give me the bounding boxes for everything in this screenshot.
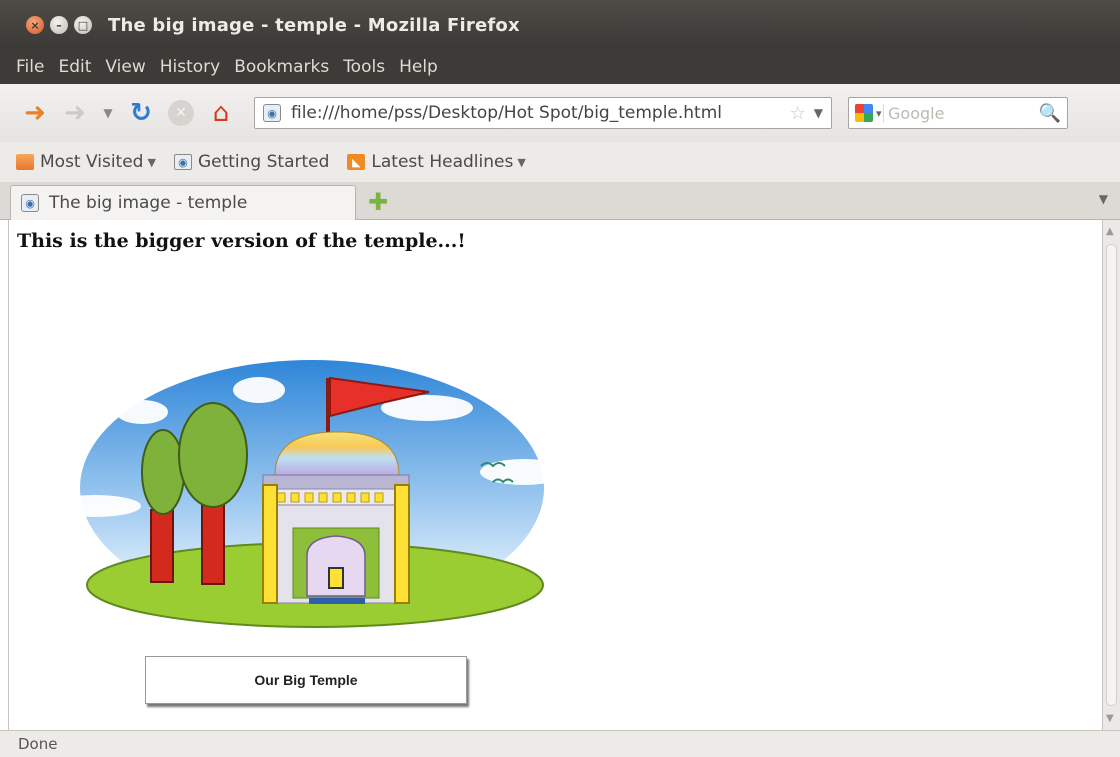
menu-edit[interactable]: Edit — [58, 57, 91, 77]
menu-file[interactable]: File — [16, 57, 44, 77]
menu-help[interactable]: Help — [399, 57, 438, 77]
bookmark-latest-headlines[interactable]: ◣ Latest Headlines ▼ — [347, 152, 526, 172]
rss-icon: ◣ — [347, 154, 366, 170]
folder-icon — [16, 154, 34, 170]
navigation-toolbar: ➜ ➜ ▼ ↻ ✕ ⌂ ◉ file:///home/pss/Desktop/H… — [0, 84, 1120, 142]
page-icon: ◉ — [173, 154, 192, 170]
url-text: file:///home/pss/Desktop/Hot Spot/big_te… — [291, 103, 723, 123]
tab-strip: ◉ The big image - temple ✚ ▼ — [0, 182, 1120, 220]
window-title: The big image - temple - Mozilla Firefox — [108, 14, 520, 36]
search-input[interactable]: Google — [883, 103, 1039, 123]
tree-canopy — [178, 402, 248, 508]
menu-view[interactable]: View — [105, 57, 145, 77]
search-engine-selector[interactable]: ▾ — [855, 102, 883, 124]
close-window-icon[interactable]: × — [26, 16, 44, 34]
url-bar[interactable]: ◉ file:///home/pss/Desktop/Hot Spot/big_… — [254, 97, 832, 129]
page-favicon-icon: ◉ — [263, 104, 281, 122]
status-text: Done — [18, 735, 58, 753]
minimize-window-icon[interactable]: – — [50, 16, 68, 34]
menu-bookmarks[interactable]: Bookmarks — [234, 57, 329, 77]
cloud-shape — [116, 400, 168, 424]
temple-image[interactable] — [37, 360, 567, 635]
tree-trunk — [150, 509, 174, 583]
page-content: This is the bigger version of the temple… — [8, 220, 1102, 730]
reload-icon[interactable]: ↻ — [124, 96, 158, 130]
shrine-step — [309, 598, 365, 604]
back-arrow-icon[interactable]: ➜ — [18, 96, 52, 130]
cloud-shape — [49, 495, 141, 517]
tab-big-image-temple[interactable]: ◉ The big image - temple — [10, 185, 356, 220]
temple-pillar — [262, 484, 278, 604]
menu-bar: File Edit View History Bookmarks Tools H… — [0, 50, 1120, 84]
bookmark-label: Latest Headlines — [371, 152, 514, 172]
tree-canopy — [141, 429, 185, 515]
menu-history[interactable]: History — [160, 57, 220, 77]
bookmark-label: Most Visited — [40, 152, 144, 172]
forward-arrow-icon[interactable]: ➜ — [58, 96, 92, 130]
chevron-down-icon: ▼ — [147, 155, 156, 169]
menu-tools[interactable]: Tools — [343, 57, 385, 77]
scroll-up-icon[interactable]: ▲ — [1106, 226, 1114, 237]
stop-button[interactable]: ✕ — [164, 96, 198, 130]
google-logo-icon — [855, 104, 873, 122]
bookmark-getting-started[interactable]: ◉ Getting Started — [173, 152, 330, 172]
bookmark-star-icon[interactable]: ☆ — [790, 103, 806, 124]
cloud-shape — [233, 377, 285, 403]
new-tab-icon[interactable]: ✚ — [368, 188, 388, 216]
scrollbar-track[interactable] — [1106, 244, 1117, 706]
temple-pillar — [394, 484, 410, 604]
vertical-scrollbar[interactable]: ▲ ▼ — [1102, 220, 1120, 730]
window-titlebar: × – □ The big image - temple - Mozilla F… — [0, 0, 1120, 50]
bookmarks-toolbar: Most Visited ▼ ◉ Getting Started ◣ Lates… — [0, 142, 1120, 182]
page-favicon-icon: ◉ — [21, 194, 39, 212]
bookmark-most-visited[interactable]: Most Visited ▼ — [16, 152, 156, 172]
scroll-down-icon[interactable]: ▼ — [1106, 713, 1114, 724]
tree-trunk — [201, 499, 225, 585]
stop-icon: ✕ — [168, 100, 194, 126]
tab-label: The big image - temple — [49, 193, 248, 213]
tab-list-icon[interactable]: ▼ — [1099, 192, 1108, 206]
home-icon[interactable]: ⌂ — [204, 96, 238, 130]
page-heading: This is the bigger version of the temple… — [17, 230, 466, 252]
shrine-door — [328, 567, 344, 589]
bookmark-label: Getting Started — [197, 152, 330, 172]
search-box[interactable]: ▾ Google 🔍 — [848, 97, 1068, 129]
temple-cornice — [262, 474, 410, 490]
search-icon[interactable]: 🔍 — [1039, 103, 1061, 124]
temple-caption-box: Our Big Temple — [145, 656, 467, 704]
status-bar: Done — [0, 730, 1120, 757]
chevron-down-icon: ▼ — [517, 155, 526, 169]
maximize-window-icon[interactable]: □ — [74, 16, 92, 34]
history-dropdown-icon[interactable]: ▼ — [98, 96, 118, 130]
url-dropdown-icon[interactable]: ▼ — [814, 106, 823, 120]
